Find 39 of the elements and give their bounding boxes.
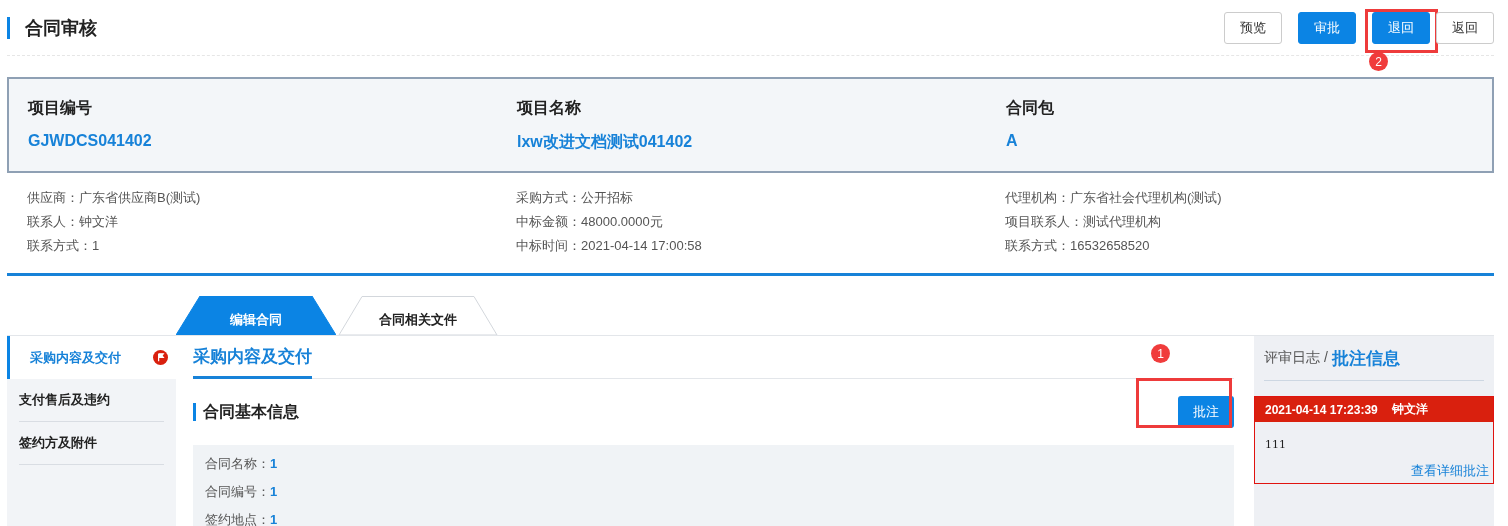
field-text: 签约地点：1 — [205, 511, 279, 526]
preview-button[interactable]: 预览 — [1224, 11, 1282, 44]
summary-value: GJWDCS041402 — [28, 131, 153, 150]
summary-label: 项目编号 — [28, 97, 93, 118]
detail-text: 中标金额：48000.0000元 — [516, 213, 664, 231]
field-text: 合同名称：1 — [205, 455, 279, 473]
detail-link[interactable]: 查看详细批注 — [1255, 451, 1493, 483]
detail-text: 采购方式：公开招标 — [516, 189, 634, 207]
comment-time: 2021-04-14 17:23:39 — [1265, 402, 1378, 417]
back-button[interactable]: 返回 — [1436, 11, 1494, 44]
field-text: 合同编号：1 — [205, 483, 279, 501]
sidebar-item[interactable]: 支付售后及违约 — [19, 379, 164, 422]
comment-author: 钟文洋 — [1391, 401, 1428, 418]
summary-label: 项目名称 — [517, 97, 582, 118]
page-title: 合同审核 — [7, 16, 97, 39]
detail-text: 项目联系人：测试代理机构 — [1005, 213, 1162, 231]
section-title: 合同基本信息 — [193, 403, 299, 421]
detail-text: 联系方式：1 — [27, 237, 101, 255]
detail-text: 供应商：广东省供应商B(测试) — [27, 189, 202, 207]
annotation-badge: 2 — [1369, 52, 1388, 71]
breadcrumb: 评审日志 / — [1264, 349, 1328, 367]
detail-text: 联系人：钟文洋 — [27, 213, 119, 231]
section-tab[interactable]: 采购内容及交付 — [193, 345, 312, 379]
comment-button[interactable]: 批注 — [1178, 396, 1234, 428]
detail-text: 代理机构：广东省社会代理机构(测试) — [1005, 189, 1223, 207]
summary-value: A — [1006, 131, 1019, 150]
sidebar-item[interactable]: 签约方及附件 — [19, 422, 164, 465]
tab[interactable]: 合同相关文件 — [338, 296, 498, 335]
reject-button[interactable]: 退回 — [1372, 11, 1430, 44]
detail-text: 中标时间：2021-04-14 17:00:58 — [516, 237, 703, 255]
panel-title: 批注信息 — [1331, 347, 1400, 370]
comment-text: 111 — [1264, 437, 1287, 451]
detail-text: 联系方式：16532658520 — [1005, 237, 1151, 255]
annotation-badge: 1 — [1151, 344, 1170, 363]
summary-label: 合同包 — [1006, 97, 1055, 118]
sidebar-item[interactable]: 采购内容及交付 — [7, 336, 176, 379]
summary-value: lxw改进文档测试041402 — [517, 131, 694, 152]
tab[interactable]: 编辑合同 — [176, 296, 336, 335]
approve-button[interactable]: 审批 — [1298, 11, 1356, 44]
